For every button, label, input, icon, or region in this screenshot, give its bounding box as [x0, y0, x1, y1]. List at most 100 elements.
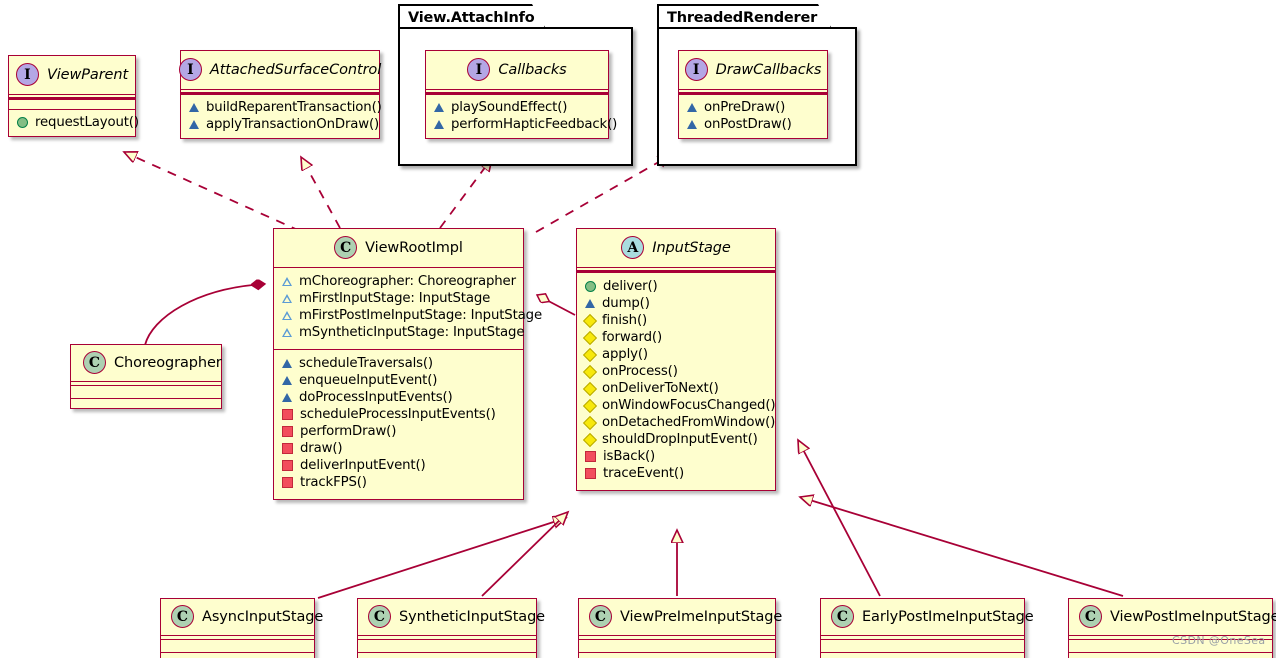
methods-compartment	[161, 652, 314, 658]
package-view-attachinfo-label: View.AttachInfo	[398, 4, 546, 29]
member-label: requestLayout()	[35, 115, 139, 130]
classifier-name: Callbacks	[498, 61, 567, 78]
class-icon: C	[589, 605, 612, 628]
class-box-inputstage[interactable]: A InputStage deliver() dump() finish() f…	[576, 228, 776, 491]
member-label: onDetachedFromWindow()	[602, 415, 776, 430]
interface-icon: I	[684, 58, 708, 81]
protected-visibility-icon	[434, 120, 444, 129]
member-row: trackFPS()	[282, 474, 515, 491]
member-label: onDeliverToNext()	[602, 381, 719, 396]
class-box-viewpostimeinputstage[interactable]: C ViewPostImeInputStage	[1068, 598, 1276, 658]
class-box-viewpreimeinputstage[interactable]: C ViewPreImeInputStage	[578, 598, 782, 658]
member-label: performHapticFeedback()	[451, 117, 618, 132]
member-row: onDeliverToNext()	[582, 380, 767, 397]
attributes-compartment	[821, 639, 1024, 649]
classifier-header: C ViewPreImeInputStage	[579, 599, 782, 636]
attributes-compartment	[579, 639, 775, 649]
member-label: performDraw()	[300, 424, 397, 439]
inheritance-asyncinputstage-inputstage	[317, 518, 566, 599]
member-label: forward()	[602, 330, 663, 345]
classifier-name: AttachedSurfaceControl	[209, 61, 382, 78]
member-label: mChoreographer: Choreographer	[299, 274, 516, 289]
member-label: playSoundEffect()	[451, 100, 568, 115]
class-box-attachedsurfacecontrol[interactable]: I AttachedSurfaceControl buildReparentTr…	[178, 50, 382, 139]
class-icon: C	[334, 236, 358, 259]
protected-field-icon	[281, 328, 292, 337]
private-visibility-icon	[282, 477, 293, 488]
member-label: draw()	[300, 441, 343, 456]
interface-icon: I	[467, 58, 491, 81]
aggregation-inputstage-viewrootimpl	[537, 295, 576, 316]
class-box-earlypostimeinputstage[interactable]: C EarlyPostImeInputStage	[820, 598, 1034, 658]
class-box-choreographer[interactable]: C Choreographer	[70, 344, 222, 409]
member-row: onPreDraw()	[687, 99, 819, 116]
member-label: onPreDraw()	[704, 100, 786, 115]
class-box-asyncinputstage[interactable]: C AsyncInputStage	[160, 598, 323, 658]
private-visibility-icon	[282, 443, 293, 454]
public-visibility-icon	[585, 281, 596, 292]
uml-diagram-canvas: View.AttachInfo ThreadedRenderer I ViewP…	[0, 0, 1276, 658]
classifier-header: I Callbacks	[426, 51, 608, 94]
member-label: scheduleProcessInputEvents()	[300, 407, 496, 422]
member-row: finish()	[582, 312, 767, 329]
attributes-compartment	[161, 639, 314, 649]
member-row: performDraw()	[282, 423, 515, 440]
package-visibility-icon	[582, 398, 598, 413]
member-label: onPostDraw()	[704, 117, 792, 132]
member-row: shouldDropInputEvent()	[582, 431, 767, 448]
classifier-name: InputStage	[652, 239, 731, 256]
protected-visibility-icon	[282, 376, 292, 385]
member-row: onProcess()	[582, 363, 767, 380]
class-box-drawcallbacks[interactable]: I DrawCallbacks onPreDraw() onPostDraw()	[678, 50, 828, 139]
class-box-syntheticinputstage[interactable]: C SyntheticInputStage	[357, 598, 545, 658]
class-icon: C	[368, 605, 391, 628]
protected-visibility-icon	[189, 120, 199, 129]
classifier-name: DrawCallbacks	[715, 61, 822, 78]
member-row: apply()	[582, 346, 767, 363]
member-label: traceEvent()	[603, 466, 684, 481]
inheritance-earlypostimeinputstage-inputstage	[798, 440, 881, 597]
class-box-callbacks[interactable]: I Callbacks playSoundEffect() performHap…	[425, 50, 617, 139]
package-visibility-icon	[582, 415, 598, 430]
member-row: buildReparentTransaction()	[189, 99, 382, 116]
composition-choreographer-viewrootimpl	[144, 284, 265, 346]
classifier-header: I ViewParent	[9, 56, 135, 99]
classifier-header: I DrawCallbacks	[679, 51, 827, 94]
methods-compartment: onPreDraw() onPostDraw()	[679, 94, 827, 138]
package-visibility-icon	[582, 364, 598, 379]
member-row: performHapticFeedback()	[434, 116, 617, 133]
class-icon: C	[171, 605, 194, 628]
package-visibility-icon	[582, 347, 598, 362]
member-label: finish()	[602, 313, 648, 328]
classifier-header: I AttachedSurfaceControl	[178, 51, 382, 94]
realization-viewrootimpl-viewparent	[124, 152, 301, 232]
member-label: onProcess()	[602, 364, 678, 379]
member-row: deliverInputEvent()	[282, 457, 515, 474]
classifier-header: C SyntheticInputStage	[358, 599, 545, 636]
realization-viewrootimpl-callbacks	[439, 158, 492, 229]
member-row: doProcessInputEvents()	[282, 389, 515, 406]
interface-icon: I	[178, 58, 202, 81]
public-visibility-icon	[17, 117, 28, 128]
classifier-name: EarlyPostImeInputStage	[862, 608, 1034, 625]
classifier-header: C ViewPostImeInputStage	[1069, 599, 1276, 636]
member-row: isBack()	[585, 448, 767, 465]
private-visibility-icon	[585, 451, 596, 462]
package-visibility-icon	[582, 330, 598, 345]
member-row: scheduleProcessInputEvents()	[282, 406, 515, 423]
classifier-name: Choreographer	[114, 354, 222, 371]
package-threadedrenderer-label: ThreadedRenderer	[657, 4, 832, 29]
class-box-viewrootimpl[interactable]: C ViewRootImpl mChoreographer: Choreogra…	[273, 228, 542, 500]
protected-field-icon	[281, 277, 292, 286]
attributes-compartment	[358, 639, 536, 649]
member-row: onDetachedFromWindow()	[582, 414, 775, 431]
member-label: dump()	[602, 296, 650, 311]
classifier-name: ViewPreImeInputStage	[620, 608, 783, 625]
class-box-viewparent[interactable]: I ViewParent requestLayout()	[8, 55, 139, 137]
inheritance-syntheticinputstage-inputstage	[481, 512, 568, 597]
methods-compartment	[358, 652, 536, 658]
protected-visibility-icon	[687, 103, 697, 112]
protected-visibility-icon	[189, 103, 199, 112]
protected-visibility-icon	[585, 299, 595, 308]
member-row: forward()	[582, 329, 767, 346]
